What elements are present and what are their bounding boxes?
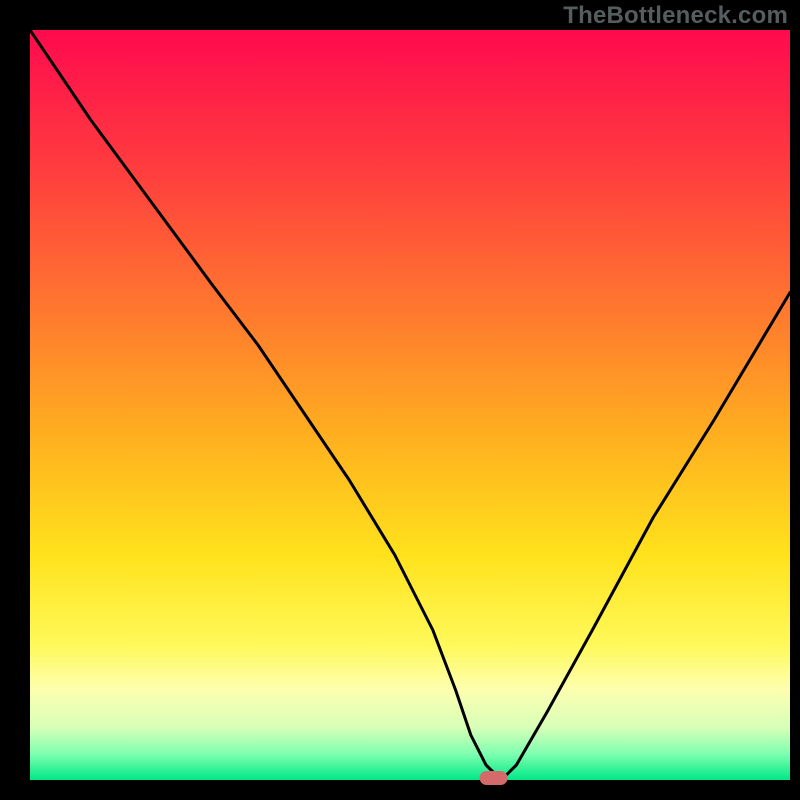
optimal-marker xyxy=(480,771,508,785)
chart-frame: TheBottleneck.com xyxy=(0,0,800,800)
plot-background xyxy=(30,30,790,780)
bottleneck-chart xyxy=(0,0,800,800)
